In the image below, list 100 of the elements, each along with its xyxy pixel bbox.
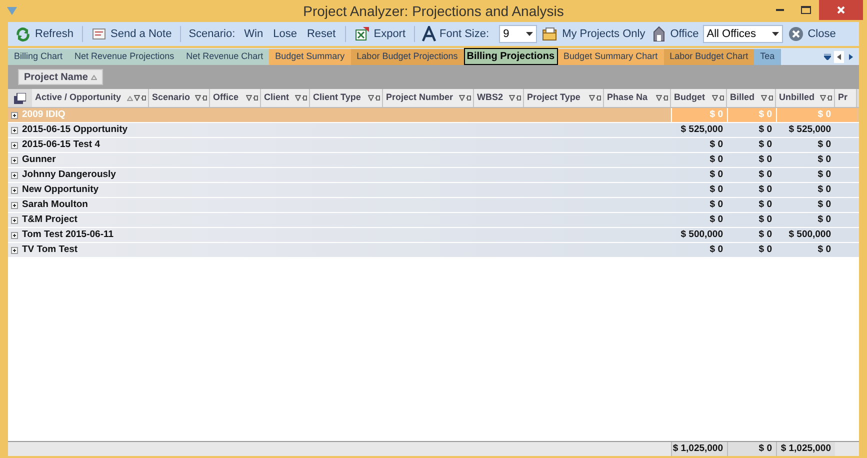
table-cell-text: $ 0 (708, 168, 724, 182)
filter-icon (368, 95, 374, 101)
tab[interactable]: Tea (754, 49, 781, 65)
total-cell: $ 1,025,000 (776, 442, 835, 456)
tab[interactable]: Labor Budget Chart (664, 49, 754, 65)
table-cell-text: $ 0 (816, 243, 832, 257)
column-header[interactable]: Phase Na (604, 89, 671, 107)
table-row[interactable]: Tom Test 2015-06-11 $ 500,000 $ 0 $ 500,000 (8, 228, 859, 243)
tab[interactable]: Budget Summary (269, 49, 351, 65)
window-title: Project Analyzer: Projections and Analysis (303, 2, 564, 21)
column-header[interactable]: Client (261, 89, 310, 107)
close-button[interactable]: Close (784, 24, 839, 44)
table-row[interactable]: Gunner $ 0 $ 0 $ 0 (8, 153, 859, 168)
total-cell: $ 0 (727, 442, 776, 456)
table-cell-text: $ 0 (758, 168, 773, 182)
tab[interactable]: Billing Projections (464, 48, 558, 65)
right-arrow-icon (849, 54, 853, 60)
column-header[interactable]: Project Type (524, 89, 604, 107)
table-cell-text: $ 0 (758, 228, 773, 242)
font-size-dropdown[interactable]: 9 (499, 25, 538, 43)
table-row[interactable]: New Opportunity $ 0 $ 0 $ 0 (8, 183, 859, 198)
total-cell: $ 1,025,000 (671, 442, 727, 456)
caret-icon (772, 32, 779, 36)
column-header[interactable]: Active / Opportunity (32, 89, 149, 107)
table-cell-text: $ 0 (816, 183, 832, 197)
pin-icon (827, 95, 832, 101)
left-arrow-icon (837, 54, 841, 60)
column-header[interactable]: Budget (671, 89, 727, 107)
table-row[interactable]: T&M Project $ 0 $ 0 $ 0 (8, 213, 859, 228)
filter-icon (195, 95, 201, 101)
send-note-button[interactable]: Send a Note (88, 24, 175, 44)
refresh-icon (15, 26, 31, 42)
expand-icon (11, 216, 18, 224)
scenario-button[interactable]: Win (240, 24, 268, 44)
column-header[interactable]: Pr (835, 89, 857, 107)
tab[interactable]: Net Revenue Projections (68, 49, 180, 65)
table-cell-text: Sarah Moulton (22, 198, 88, 212)
office-label: Office (670, 26, 699, 42)
pin-icon (596, 95, 601, 101)
caret-icon (526, 32, 534, 36)
column-chooser-button[interactable] (12, 91, 28, 105)
table-cell: $ 0 (727, 108, 776, 122)
table-cell-text: $ 0 (816, 153, 832, 167)
spreadsheet-icon (354, 26, 370, 42)
column-header[interactable]: Client Type (310, 89, 383, 107)
table-row[interactable]: Sarah Moulton $ 0 $ 0 $ 0 (8, 198, 859, 213)
table-cell-text: Tom Test 2015-06-11 (22, 228, 114, 242)
scenario-button[interactable]: Reset (302, 24, 340, 44)
export-button[interactable]: Export (350, 24, 409, 44)
expand-icon (11, 156, 18, 164)
group-by-field[interactable]: Project Name (18, 69, 103, 85)
table-row[interactable]: 2015-06-15 Opportunity $ 525,000 $ 0 $ 525,000 (8, 123, 859, 138)
my-projects-button[interactable]: My Projects Only (539, 24, 648, 44)
scenario-button[interactable]: Lose (269, 24, 301, 44)
column-header[interactable]: WBS2 (474, 89, 524, 107)
filter-icon (246, 95, 252, 101)
column-header[interactable]: Billed (727, 89, 776, 107)
column-header[interactable]: Unbilled (776, 89, 835, 107)
filter-icon (712, 95, 718, 101)
table-cell-text: 2009 IDIQ (22, 108, 66, 122)
table-cell-text: $ 0 (708, 213, 724, 227)
close-window-button[interactable] (819, 0, 863, 20)
table-cell-text: 2015-06-15 Opportunity (22, 122, 128, 137)
table-cell-text: $ 0 (816, 168, 832, 182)
table-cell-text: $ 0 (708, 138, 724, 152)
expand-icon (11, 246, 18, 254)
table-row[interactable]: 2015-06-15 Test 4 $ 0 $ 0 $ 0 (8, 138, 859, 153)
tab[interactable]: Billing Chart (8, 49, 69, 65)
table-cell-text: $ 0 (816, 213, 832, 227)
table-cell-text: $ 0 (758, 138, 773, 152)
close-icon (788, 26, 804, 42)
filter-icon (295, 95, 301, 101)
table-cell-text: Gunner (22, 152, 56, 167)
tab[interactable]: Net Revenue Chart (180, 49, 270, 65)
column-header[interactable]: Project Number (383, 89, 474, 107)
column-header[interactable]: Scenario (149, 89, 210, 107)
table-row[interactable]: TV Tom Test $ 0 $ 0 $ 0 (8, 243, 859, 258)
office-dropdown[interactable]: All Offices (702, 25, 783, 43)
column-header[interactable]: Office (210, 89, 261, 107)
pin-icon (375, 95, 380, 101)
table-cell: $ 0 (671, 108, 727, 122)
tab[interactable]: Labor Budget Projections (350, 49, 464, 65)
tab-scroll-left-button[interactable] (834, 50, 844, 62)
minimize-icon (776, 8, 784, 12)
table-cell-text: $ 0 (708, 153, 724, 167)
expand-icon (11, 142, 18, 148)
pin-icon (466, 95, 471, 101)
table-cell-text: $ 0 (708, 198, 724, 212)
table-cell-text: $ 525,000 (680, 123, 724, 137)
expand-icon (11, 126, 18, 134)
scenario-label: Scenario: (188, 26, 236, 42)
building-icon (652, 26, 666, 42)
expand-icon (11, 202, 18, 208)
font-size-label: Font Size: (440, 26, 490, 42)
pin-icon (663, 95, 668, 101)
refresh-button[interactable]: Refresh (12, 24, 77, 44)
pin-icon (719, 95, 724, 101)
table-cell-text: $ 0 (816, 138, 832, 152)
tab[interactable]: Budget Summary Chart (558, 49, 664, 65)
table-row[interactable]: Johnny Dangerously $ 0 $ 0 $ 0 (8, 168, 859, 183)
